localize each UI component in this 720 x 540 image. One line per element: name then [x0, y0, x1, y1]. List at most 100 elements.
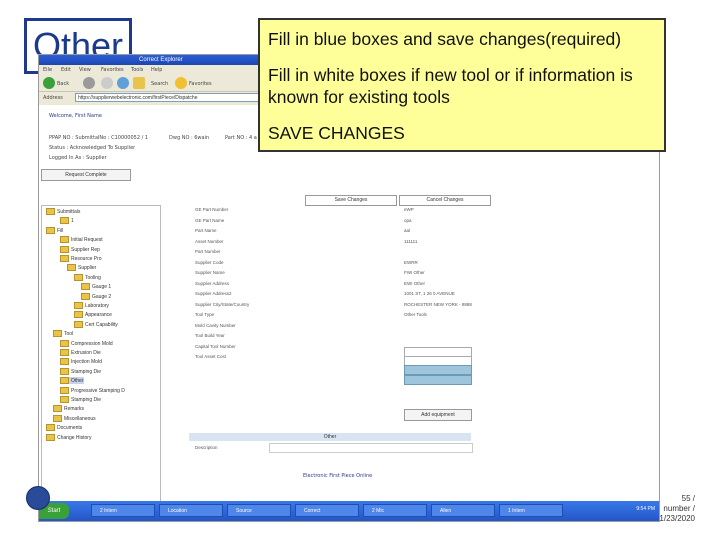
tree-item-label: Supplier	[78, 265, 97, 272]
tree-item[interactable]: Extrusion Die	[60, 349, 101, 356]
forward-icon[interactable]	[83, 77, 95, 89]
tree-item[interactable]: Miscellaneous	[53, 414, 96, 422]
folder-icon	[60, 339, 69, 347]
page-footer-text: Electronic First Piece Online	[303, 473, 373, 479]
add-equipment-button[interactable]: Add equipment	[404, 409, 472, 421]
refresh-icon[interactable]	[117, 77, 129, 89]
form-field-label: Asset Number	[195, 238, 224, 244]
form-field-label: Supplier Code	[195, 259, 224, 265]
folder-icon	[74, 320, 83, 328]
form-field-label: Supplier Name	[195, 270, 225, 275]
folder-icon	[53, 330, 62, 338]
description-label: Description	[195, 445, 218, 450]
back-label: Back	[57, 81, 70, 87]
tree-item-label: Compression Mold	[71, 340, 113, 347]
tree-item-label: Cert Capability	[85, 321, 118, 328]
taskbar-item[interactable]: 2 Intern	[91, 504, 155, 517]
form-field-value[interactable]: 111111	[404, 239, 417, 244]
tree-item[interactable]: Progressive Stamping D	[60, 386, 125, 394]
form-field-value[interactable]: opa	[404, 218, 412, 223]
taskbar-item[interactable]: 2 Mic	[363, 504, 427, 517]
tree-item-label: Tool	[64, 331, 74, 338]
tree-item[interactable]: Supplier Rep	[60, 245, 100, 253]
tree-item[interactable]: Stamping Die	[60, 367, 101, 375]
taskbar-item[interactable]: Source	[227, 504, 291, 517]
folder-icon	[60, 255, 69, 262]
tool-asset-cost-input[interactable]	[404, 375, 472, 385]
tree-item-label: Submittals	[57, 208, 81, 215]
menu-file[interactable]: Eile	[43, 67, 52, 73]
tree-item-label: Documents	[57, 425, 83, 432]
form-field-value[interactable]: 1001 ST, 1 26 0 AVENUE	[404, 291, 455, 296]
status-text: Status : Acknowledged To Supplier	[49, 145, 136, 151]
form-field-value[interactable]: EWRR	[404, 260, 418, 265]
tree-item-label: Tooling	[85, 274, 101, 281]
save-changes-button[interactable]: Save Changes	[305, 195, 397, 206]
tree-item-label: Gauge 2	[92, 293, 112, 300]
menu-tools[interactable]: Tools	[131, 67, 143, 73]
taskbar-item[interactable]: Correct	[295, 504, 359, 517]
folder-icon	[81, 283, 90, 291]
folder-icon	[60, 377, 69, 385]
folder-icon	[74, 273, 83, 281]
taskbar-item[interactable]: Location	[159, 504, 223, 517]
menu-edit[interactable]: Edit	[61, 67, 71, 73]
description-input[interactable]	[269, 443, 473, 453]
tree-item[interactable]: Fill	[46, 226, 63, 234]
menu-view[interactable]: View	[79, 67, 91, 73]
tree-item[interactable]: Tool	[53, 330, 74, 338]
form-field-label: GE Part Name	[195, 217, 225, 223]
form-field-value[interactable]: eWP	[404, 207, 414, 212]
folder-icon	[60, 236, 69, 244]
form-field-label: Supplier Address	[195, 280, 230, 286]
tree-item-label: Other	[71, 378, 84, 385]
stop-icon[interactable]	[101, 77, 113, 89]
tree-item-label: 1	[71, 218, 74, 225]
tree-item[interactable]: Injection Mold	[60, 358, 102, 366]
tree-item[interactable]: Documents	[46, 424, 83, 432]
form-field-label: Tool Type	[195, 312, 215, 317]
tree-item[interactable]: Change History	[46, 433, 91, 441]
menu-favorites[interactable]: Favorites	[101, 67, 124, 73]
tree-item[interactable]: Initial Request	[60, 236, 103, 244]
form-field-value[interactable]: EWI Other	[404, 281, 425, 286]
tree-item[interactable]: Laboratory	[74, 302, 109, 309]
folder-icon	[81, 292, 90, 300]
folder-icon	[53, 405, 62, 413]
capital-tool-number-input[interactable]	[404, 365, 472, 375]
menu-help[interactable]: Help	[151, 67, 162, 73]
request-complete-button[interactable]: Request Complete	[41, 169, 131, 181]
cancel-changes-button[interactable]: Cancel Changes	[399, 195, 491, 206]
folder-icon	[74, 302, 83, 309]
web-page: Welcome, First Name PPAP NO : SubmittalN…	[39, 105, 659, 502]
tree-item[interactable]: Stamping Die	[60, 396, 101, 403]
form-field-value[interactable]: Other Tools	[404, 312, 427, 317]
folder-icon	[46, 226, 55, 234]
tree-item[interactable]: 1	[60, 217, 74, 225]
favorites-icon[interactable]	[175, 77, 187, 89]
home-icon[interactable]	[133, 77, 145, 89]
tree-item[interactable]: Resource Pro	[60, 255, 102, 262]
tree-item[interactable]: Appearance	[74, 311, 112, 319]
form-field-value[interactable]: ROCHESTER NEW YORK - 8888	[404, 302, 472, 307]
folder-icon	[60, 245, 69, 253]
tree-item[interactable]: Cert Capability	[74, 320, 118, 328]
taskbar-item[interactable]: Alien	[431, 504, 495, 517]
tree-item[interactable]: Gauge 2	[81, 292, 112, 300]
tree-item[interactable]: Other	[60, 377, 84, 385]
favorites-label[interactable]: Favorites	[189, 81, 212, 87]
tree-item[interactable]: Compression Mold	[60, 339, 113, 347]
tree-item[interactable]: Supplier	[67, 264, 97, 272]
tree-item[interactable]: Gauge 1	[81, 283, 111, 291]
search-label[interactable]: Search	[151, 81, 168, 87]
form-field-value[interactable]: aal	[404, 228, 410, 233]
tree-item-label: Appearance	[85, 312, 112, 319]
tree-item[interactable]: Submittals	[46, 208, 80, 215]
folder-icon	[60, 386, 69, 394]
tree-item[interactable]: Remarks	[53, 405, 84, 413]
tree-item[interactable]: Tooling	[74, 273, 101, 281]
tree-item-label: Initial Request	[71, 237, 103, 244]
back-icon[interactable]	[43, 77, 55, 89]
taskbar-item[interactable]: 1 Intern	[499, 504, 563, 517]
form-field-value[interactable]: FWI Other	[404, 270, 425, 275]
